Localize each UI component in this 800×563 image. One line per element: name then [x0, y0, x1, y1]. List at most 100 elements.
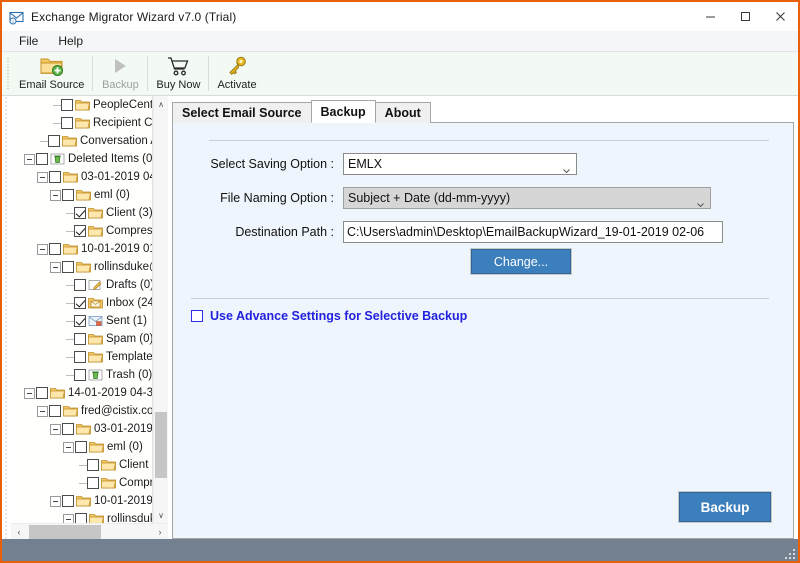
tree-node[interactable]: Client (3)	[11, 456, 152, 474]
tree-expander-icon[interactable]	[50, 261, 61, 273]
tree-node-checkbox[interactable]	[87, 477, 99, 489]
tree-node[interactable]: Client (3)	[11, 204, 152, 222]
tree-node[interactable]: Recipient Cache (0)	[11, 114, 152, 132]
tree-node-checkbox[interactable]	[49, 405, 61, 417]
tree-node-checkbox[interactable]	[74, 315, 86, 327]
tree-node[interactable]: Conversation Action S	[11, 132, 152, 150]
toolbar-button-activate[interactable]: Activate	[209, 52, 264, 95]
tree-node[interactable]: Compressed (	[11, 222, 152, 240]
folder-tree[interactable]: PeopleCentricConv Recipient Cache (0) Conv…	[11, 96, 153, 523]
tree-node-checkbox[interactable]	[61, 117, 73, 129]
tab-about[interactable]: About	[374, 102, 431, 123]
tree-node-checkbox[interactable]	[36, 153, 48, 165]
tree-horizontal-scrollbar[interactable]: ‹ ›	[11, 523, 168, 539]
tree-node-checkbox[interactable]	[61, 99, 73, 111]
tree-node[interactable]: Deleted Items (0)	[11, 150, 152, 168]
tree-pane-grip[interactable]	[3, 96, 9, 539]
tree-node-label: eml (0)	[107, 441, 143, 453]
advance-settings-row[interactable]: Use Advance Settings for Selective Backu…	[191, 309, 775, 323]
tree-node[interactable]: rollinsduke@	[11, 510, 152, 523]
tree-node-checkbox[interactable]	[74, 333, 86, 345]
tree-node-checkbox[interactable]	[75, 513, 87, 523]
tree-node-checkbox[interactable]	[62, 495, 74, 507]
tree-node-checkbox[interactable]	[62, 423, 74, 435]
tree-node-checkbox[interactable]	[62, 189, 74, 201]
tree-node-checkbox[interactable]	[74, 369, 86, 381]
tree-vertical-scrollbar[interactable]: ∧ ∨	[153, 96, 168, 523]
saving-option-dropdown[interactable]: EMLX	[343, 153, 577, 175]
horizontal-scroll-thumb[interactable]	[29, 524, 101, 539]
tree-node-checkbox[interactable]	[87, 459, 99, 471]
vertical-scroll-track[interactable]	[154, 112, 168, 507]
resize-grip-icon[interactable]	[783, 547, 795, 559]
menu-item-help[interactable]: Help	[49, 32, 92, 50]
tree-node[interactable]: Spam (0)	[11, 330, 152, 348]
tree-expander-icon[interactable]	[63, 513, 74, 523]
tree-expander-icon[interactable]	[24, 387, 35, 399]
tree-node-checkbox[interactable]	[62, 261, 74, 273]
tree-node-checkbox[interactable]	[74, 351, 86, 363]
tree-expander-icon[interactable]	[24, 153, 35, 165]
tree-node-checkbox[interactable]	[74, 279, 86, 291]
tab-select-email-source[interactable]: Select Email Source	[172, 102, 312, 123]
tree-node[interactable]: 10-01-2019 01-	[11, 492, 152, 510]
minimize-button[interactable]	[693, 2, 728, 31]
key-icon	[225, 54, 249, 78]
tree-node-indent	[11, 330, 63, 348]
toolbar-button-buy-now[interactable]: Buy Now	[148, 52, 208, 95]
close-button[interactable]	[763, 2, 798, 31]
maximize-button[interactable]	[728, 2, 763, 31]
tree-node-label: fred@cistix.com (	[81, 405, 152, 417]
tree-node[interactable]: Trash (0)	[11, 366, 152, 384]
toolbar-grip[interactable]	[4, 52, 11, 95]
tree-node[interactable]: 14-01-2019 04-37 (0)	[11, 384, 152, 402]
tree-node-checkbox[interactable]	[36, 387, 48, 399]
change-button[interactable]: Change...	[471, 249, 571, 274]
tree-node[interactable]: 03-01-2019 04-48 (0)	[11, 168, 152, 186]
tree-expander-icon[interactable]	[63, 441, 74, 453]
tree-node[interactable]: rollinsduke@zoh	[11, 258, 152, 276]
tree-expander-icon[interactable]	[37, 171, 48, 183]
tree-node[interactable]: Drafts (0)	[11, 276, 152, 294]
tree-expander-icon[interactable]	[50, 495, 61, 507]
tab-backup[interactable]: Backup	[310, 100, 376, 123]
toolbar-button-backup[interactable]: Backup	[93, 52, 147, 95]
tree-node[interactable]: Inbox (24)	[11, 294, 152, 312]
scroll-down-icon[interactable]: ∨	[154, 507, 168, 523]
tree-node[interactable]: fred@cistix.com (	[11, 402, 152, 420]
tree-node-checkbox[interactable]	[48, 135, 60, 147]
tree-node[interactable]: eml (0)	[11, 186, 152, 204]
change-button-row: Change...	[191, 249, 775, 274]
tree-node-checkbox[interactable]	[49, 171, 61, 183]
tree-expander-icon[interactable]	[37, 243, 48, 255]
tree-node[interactable]: Templates (0)	[11, 348, 152, 366]
backup-button[interactable]: Backup	[679, 492, 771, 522]
scroll-right-icon[interactable]: ›	[152, 527, 168, 537]
tree-node-checkbox[interactable]	[74, 297, 86, 309]
tree-node-checkbox[interactable]	[74, 225, 86, 237]
tree-node-checkbox[interactable]	[49, 243, 61, 255]
tree-node[interactable]: PeopleCentricConv	[11, 96, 152, 114]
vertical-scroll-thumb[interactable]	[155, 412, 167, 478]
scroll-left-icon[interactable]: ‹	[11, 527, 27, 537]
tree-node[interactable]: 03-01-2019 04-	[11, 420, 152, 438]
saving-option-label: Select Saving Option :	[210, 157, 334, 171]
advance-settings-checkbox[interactable]	[191, 310, 203, 322]
destination-path-input[interactable]: C:\Users\admin\Desktop\EmailBackupWizard…	[343, 221, 723, 243]
tree-node[interactable]: Sent (1)	[11, 312, 152, 330]
toolbar-button-email-source[interactable]: Email Source	[11, 52, 92, 95]
tree-node-checkbox[interactable]	[74, 207, 86, 219]
scroll-up-icon[interactable]: ∧	[154, 96, 168, 112]
tree-expander-icon[interactable]	[50, 189, 61, 201]
tree-node[interactable]: 10-01-2019 01-32 (0)	[11, 240, 152, 258]
menu-item-file[interactable]: File	[10, 32, 47, 50]
tree-node-label: rollinsduke@zoh	[94, 261, 152, 273]
naming-option-dropdown[interactable]: Subject + Date (dd-mm-yyyy)	[343, 187, 711, 209]
tree-expander-icon[interactable]	[37, 405, 48, 417]
tree-node[interactable]: eml (0)	[11, 438, 152, 456]
tree-node-checkbox[interactable]	[75, 441, 87, 453]
tree-expander-icon[interactable]	[50, 423, 61, 435]
tree-node[interactable]: Compres	[11, 474, 152, 492]
horizontal-scroll-track[interactable]	[27, 524, 152, 540]
folder-icon	[101, 459, 116, 472]
